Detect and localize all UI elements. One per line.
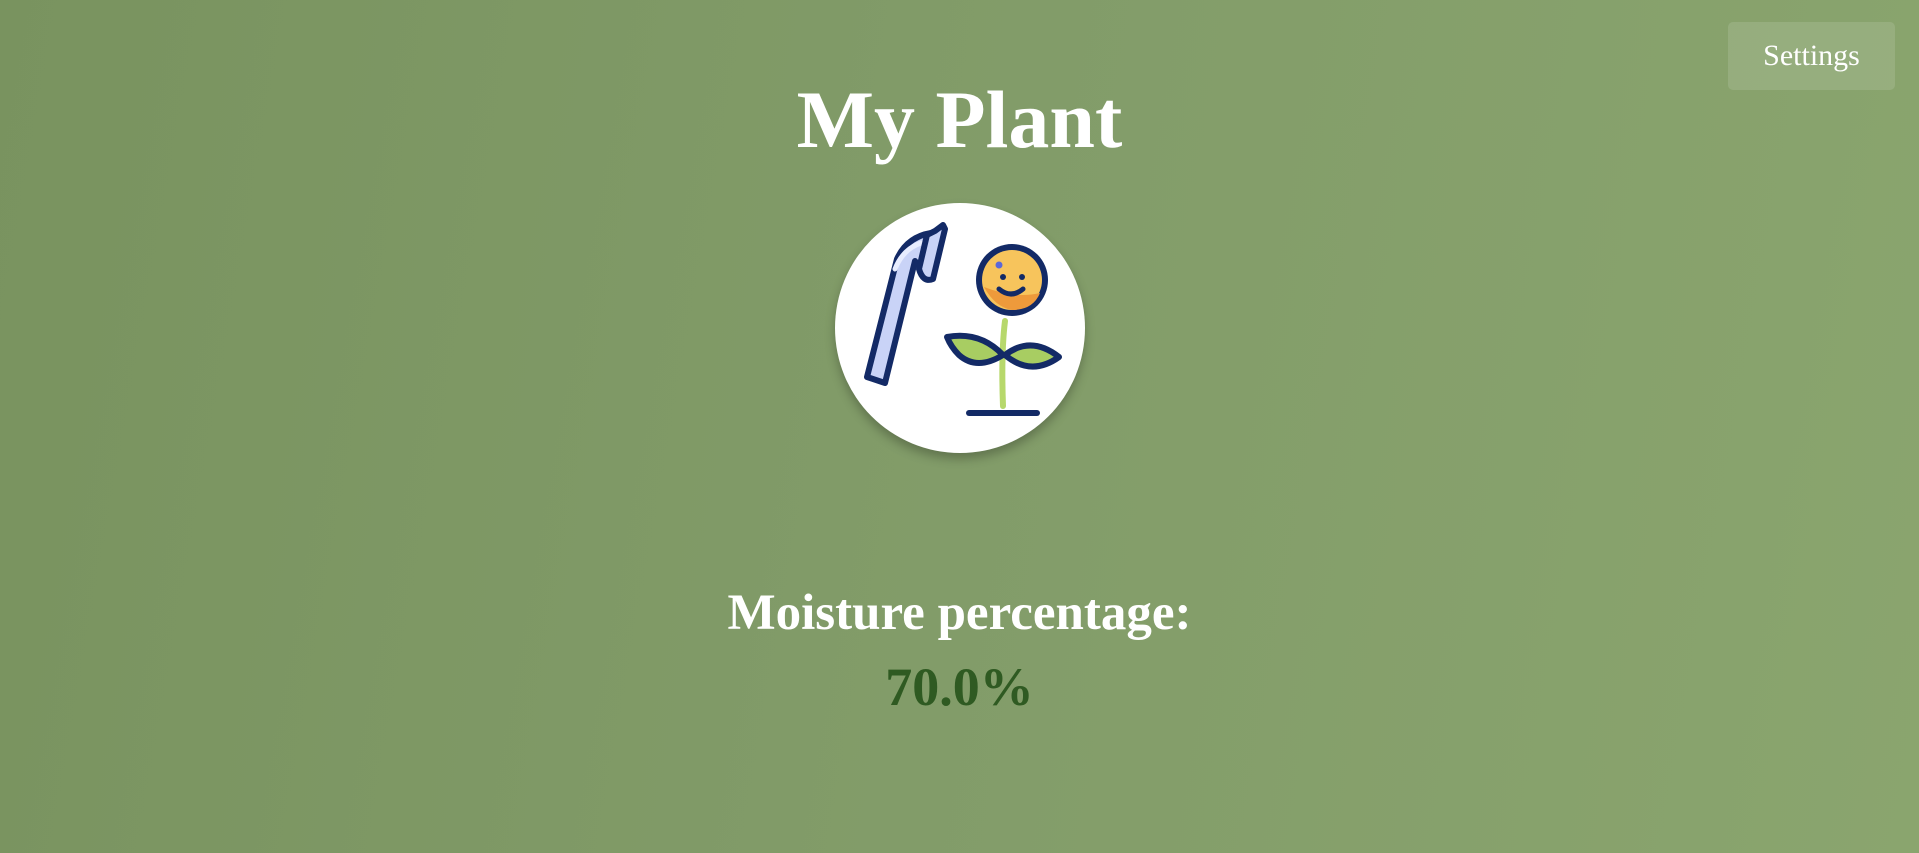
moisture-value: 70.0%: [885, 657, 1034, 717]
watering-plant-icon: [864, 222, 1062, 416]
page-title: My Plant: [796, 74, 1123, 165]
plant-avatar: [835, 203, 1085, 453]
moisture-label: Moisture percentage:: [727, 585, 1192, 641]
